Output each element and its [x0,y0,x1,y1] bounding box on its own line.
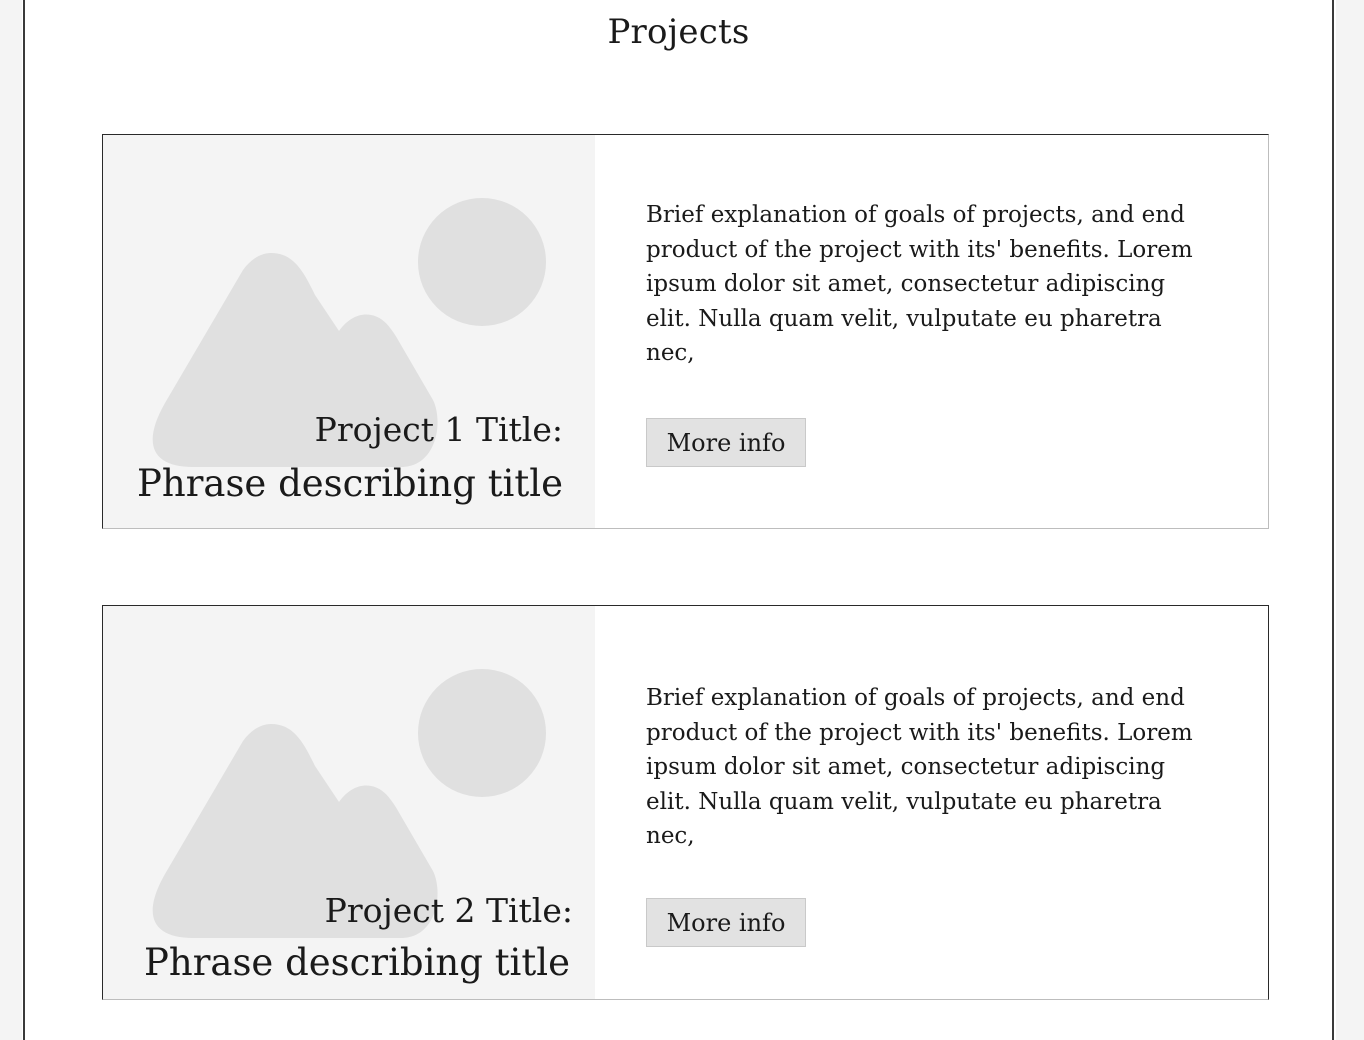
page-title: Projects [607,12,750,52]
project-description: Brief explanation of goals of projects, … [646,202,1193,366]
project-card: Project 1 Title: Phrase describing title… [102,134,1269,529]
right-gutter [1336,0,1364,1040]
more-info-button[interactable]: More info [646,898,806,947]
project-description: Brief explanation of goals of projects, … [646,685,1193,849]
more-info-button[interactable]: More info [646,418,806,467]
project-subtitle: Phrase describing title [136,462,563,505]
project-thumbnail: Project 2 Title: Phrase describing title [103,606,595,999]
left-gutter [0,0,22,1040]
project-title: Project 1 Title: [314,410,563,449]
page-frame: Projects Project 1 Title: Phrase describ… [23,0,1334,1040]
project-card: Project 2 Title: Phrase describing title… [102,605,1269,1000]
project-subtitle: Phrase describing title [143,941,570,984]
project-thumbnail: Project 1 Title: Phrase describing title [103,135,595,528]
project-title: Project 2 Title: [324,891,573,930]
